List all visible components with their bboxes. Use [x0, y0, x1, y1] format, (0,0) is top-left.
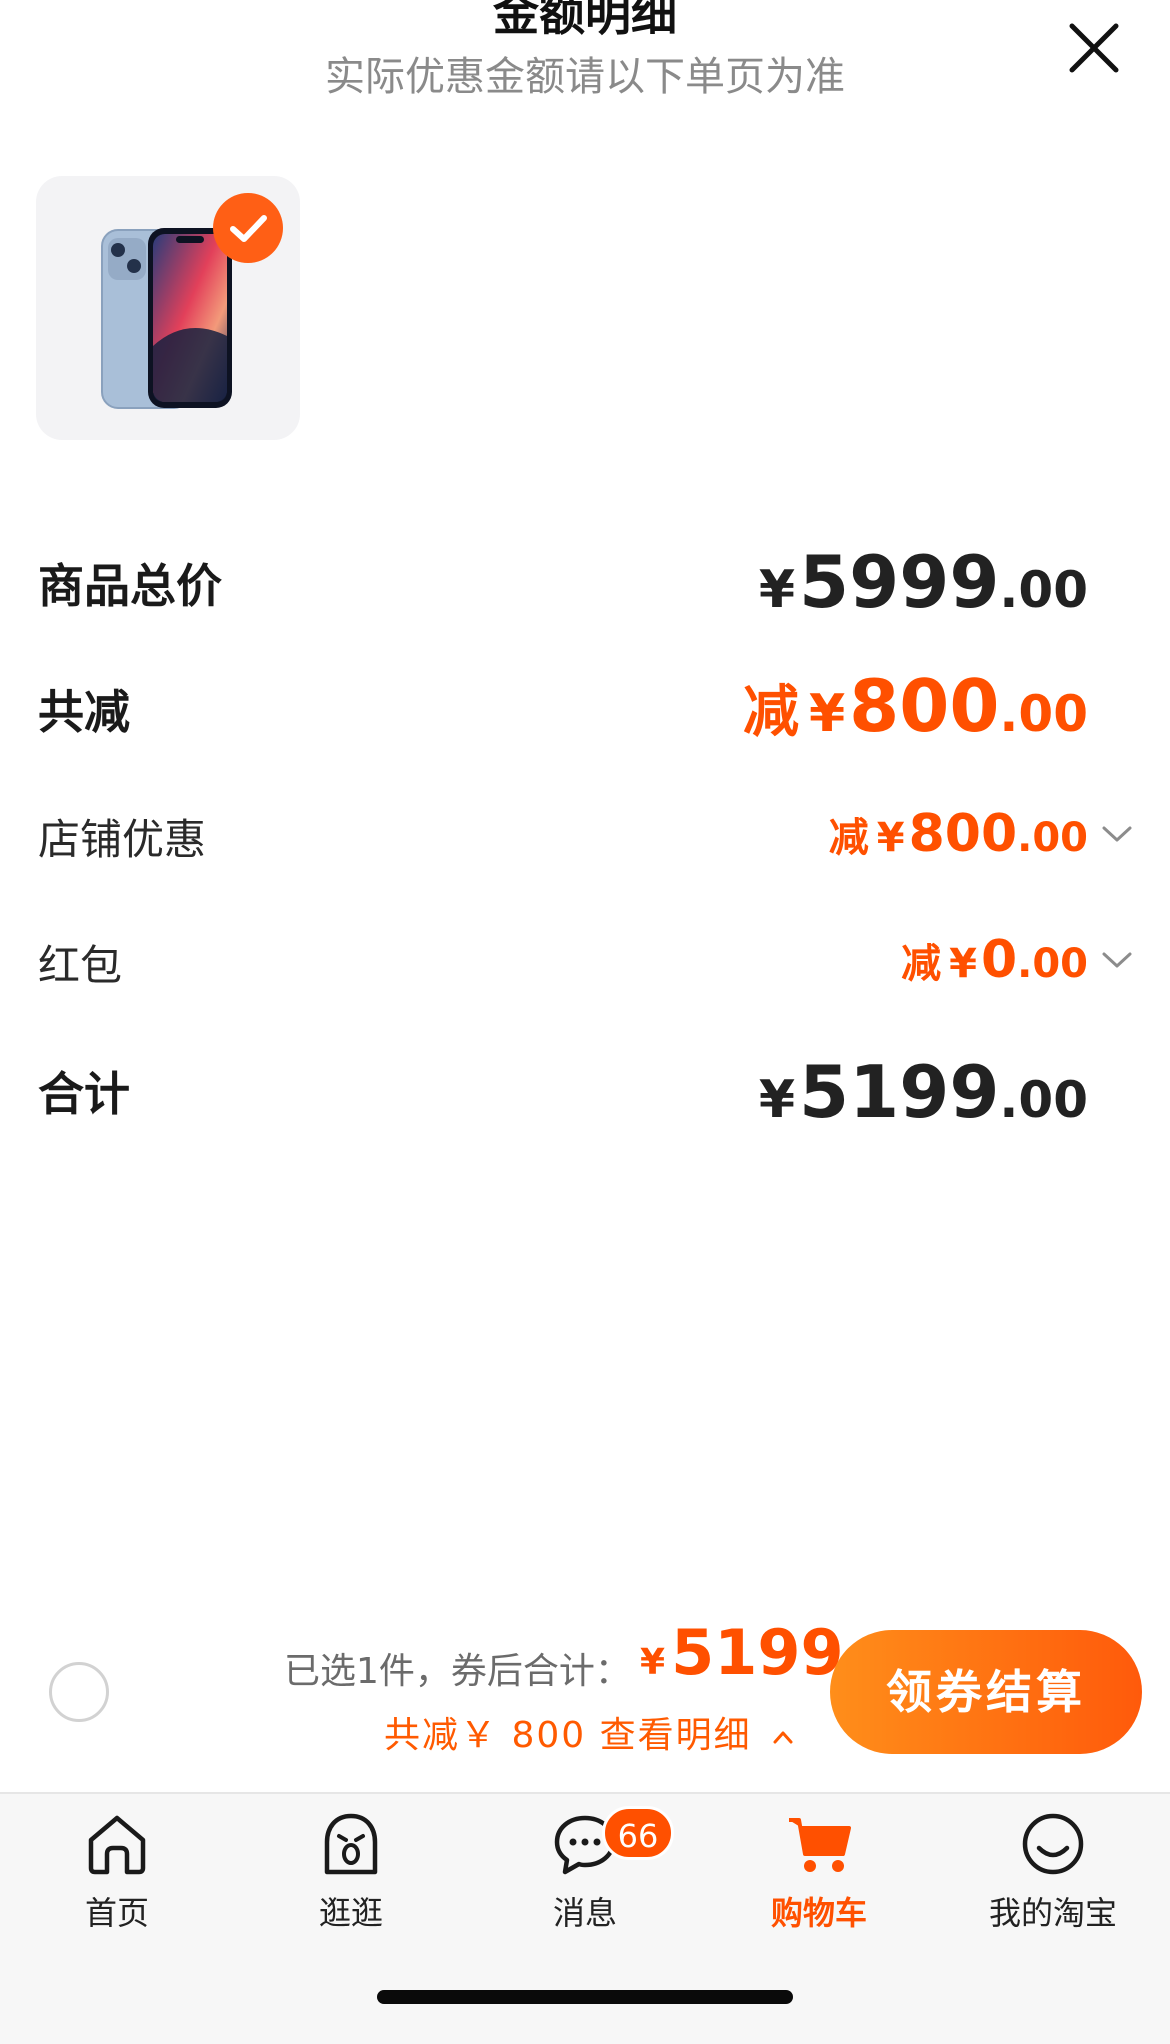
sum-label: 合计: [38, 1067, 130, 1121]
page-subtitle: 实际优惠金额请以下单页为准: [325, 54, 845, 100]
select-all-radio[interactable]: [49, 1662, 109, 1722]
shop-discount-value[interactable]: 减 ¥800.00: [829, 804, 1088, 864]
home-indicator: [377, 1990, 793, 2004]
red-packet-label: 红包: [38, 941, 123, 990]
chevron-up-icon: [773, 1731, 793, 1744]
shop-discount-label: 店铺优惠: [38, 815, 207, 864]
tab-profile[interactable]: 我的淘宝: [963, 1808, 1143, 1934]
chevron-down-icon[interactable]: [1100, 822, 1134, 846]
chevron-down-icon[interactable]: [1100, 948, 1134, 972]
profile-icon: [1022, 1813, 1084, 1875]
page-title: 金额明细: [493, 0, 677, 41]
discount-total-label: 共减: [38, 685, 130, 739]
checkout-total-price: ¥5199: [640, 1616, 844, 1689]
discount-total-value: 减 ¥800.00: [742, 664, 1088, 748]
selected-check-icon[interactable]: [213, 193, 283, 263]
total-price-value: ¥5999.00: [758, 540, 1088, 624]
selected-summary-text: 已选1件，券后合计：: [284, 1651, 631, 1692]
view-details-link[interactable]: 共减￥ 800 查看明细: [384, 1706, 795, 1758]
message-count-badge: 66: [602, 1806, 674, 1860]
checkout-button[interactable]: 领券结算: [830, 1630, 1142, 1754]
close-icon[interactable]: [1066, 20, 1122, 76]
tab-home[interactable]: 首页: [27, 1808, 207, 1934]
tab-cart[interactable]: 购物车: [729, 1808, 909, 1934]
cart-icon: [789, 1818, 851, 1872]
total-price-label: 商品总价: [38, 559, 222, 613]
sum-value: ¥5199.00: [758, 1050, 1088, 1134]
red-packet-value[interactable]: 减 ¥0.00: [901, 930, 1088, 990]
browse-icon: [324, 1813, 378, 1875]
home-icon: [88, 1815, 146, 1875]
tab-browse[interactable]: 逛逛: [261, 1808, 441, 1934]
